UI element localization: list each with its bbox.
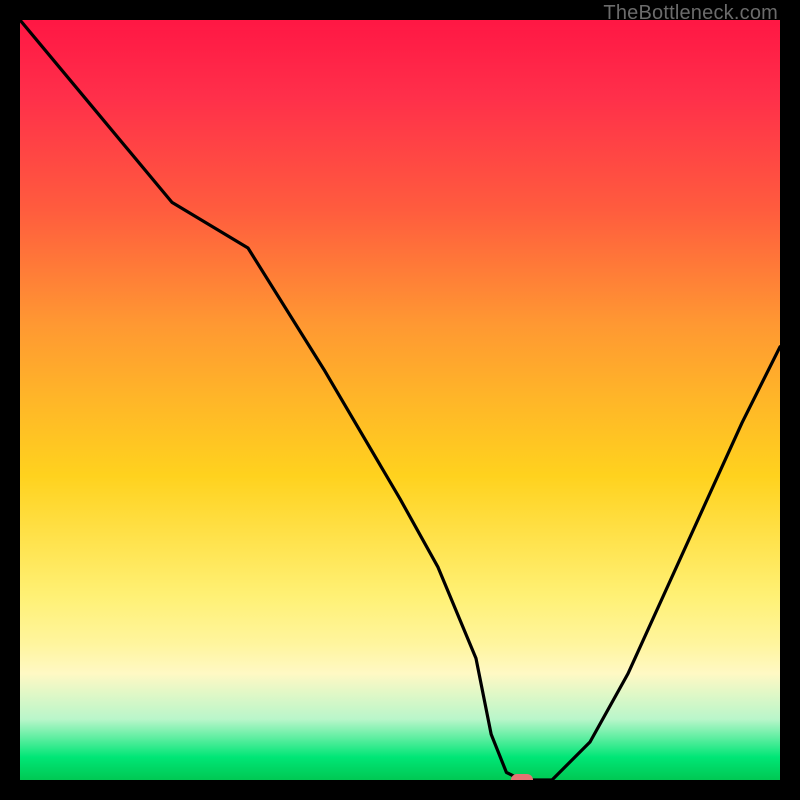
bottleneck-curve <box>20 20 780 780</box>
optimal-point-marker <box>511 774 533 780</box>
curve-svg <box>20 20 780 780</box>
chart-container: TheBottleneck.com <box>0 0 800 800</box>
plot-area <box>20 20 780 780</box>
